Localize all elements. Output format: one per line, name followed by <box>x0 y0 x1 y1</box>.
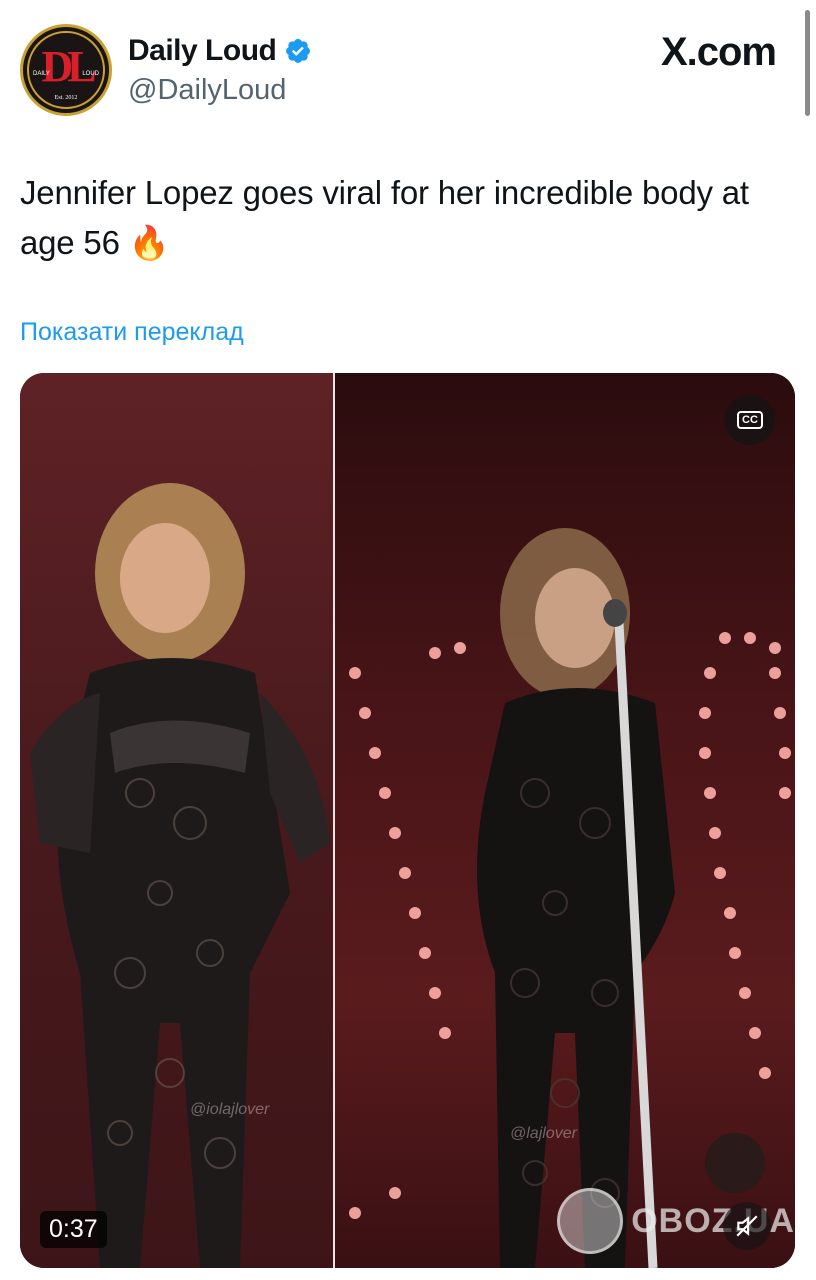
video-frame-left: @iolajlover <box>20 373 333 1268</box>
tweet-text: Jennifer Lopez goes viral for her incred… <box>20 174 749 261</box>
avatar-est-text: Est. 2012 <box>54 95 78 101</box>
creator-watermark-right: @lajlover <box>510 1125 577 1142</box>
author-handle[interactable]: @DailyLoud <box>128 74 286 107</box>
scrollbar[interactable] <box>805 10 810 116</box>
avatar[interactable]: DL DAILY LOUD Est. 2012 <box>20 24 112 116</box>
avatar-left-text: DAILY <box>33 71 50 77</box>
verified-badge-icon <box>286 39 311 63</box>
closed-captions-button[interactable]: CC <box>725 395 775 445</box>
author-name-row[interactable]: Daily Loud <box>128 34 312 68</box>
creator-watermark-left: @iolajlover <box>190 1101 270 1118</box>
author-name[interactable]: Daily Loud <box>128 34 277 68</box>
avatar-right-text: LOUD <box>82 71 99 77</box>
tweet-header: DL DAILY LOUD Est. 2012 Daily Loud @Dail… <box>0 0 816 130</box>
muted-speaker-icon <box>736 1215 758 1237</box>
video-duration-badge: 0:37 <box>40 1211 107 1248</box>
mute-button[interactable] <box>723 1202 771 1250</box>
show-translation-link[interactable]: Показати переклад <box>20 318 244 347</box>
closed-captions-icon: CC <box>737 411 763 429</box>
performer-figure-left <box>30 483 330 1268</box>
video-player[interactable]: @iolajlover @lajlover CC OBOZ.UA 0:37 <box>20 373 795 1268</box>
site-label: X.com <box>660 30 777 74</box>
globe-icon <box>557 1188 624 1254</box>
video-frame-right: @lajlover <box>335 373 795 1268</box>
avatar-monogram: DL <box>41 42 96 91</box>
